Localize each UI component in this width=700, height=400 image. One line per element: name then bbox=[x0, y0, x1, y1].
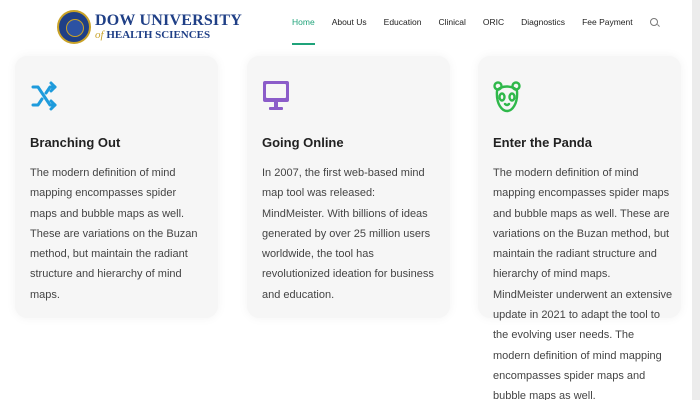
page-scrollbar[interactable] bbox=[692, 0, 700, 400]
card-branching-out: Branching Out The modern definition of m… bbox=[15, 56, 218, 318]
logo-line1: DOW UNIVERSITY bbox=[95, 12, 242, 29]
logo-line2: of HEALTH SCIENCES bbox=[95, 30, 242, 41]
nav-clinical[interactable]: Clinical bbox=[438, 17, 465, 27]
university-seal-icon bbox=[57, 10, 91, 44]
nav-diagnostics[interactable]: Diagnostics bbox=[521, 17, 565, 27]
card-title: Branching Out bbox=[30, 135, 121, 150]
logo-of: of bbox=[95, 29, 104, 41]
shuffle-arrows-icon bbox=[31, 81, 57, 111]
card-title: Going Online bbox=[262, 135, 344, 150]
university-logo[interactable]: DOW UNIVERSITY of HEALTH SCIENCES bbox=[57, 10, 242, 44]
card-body: The modern definition of mind mapping en… bbox=[30, 167, 198, 301]
nav-fee-payment[interactable]: Fee Payment bbox=[582, 17, 633, 27]
nav-home[interactable]: Home bbox=[292, 17, 315, 45]
search-icon[interactable] bbox=[649, 18, 658, 26]
nav-about-us[interactable]: About Us bbox=[332, 17, 367, 27]
nav-oric[interactable]: ORIC bbox=[483, 17, 504, 27]
monitor-icon bbox=[263, 81, 289, 110]
card-enter-the-panda: Enter the Panda The modern definition of… bbox=[478, 56, 681, 400]
card-going-online: Going Online In 2007, the first web-base… bbox=[247, 56, 450, 318]
logo-text: DOW UNIVERSITY of HEALTH SCIENCES bbox=[95, 13, 242, 41]
site-header: DOW UNIVERSITY of HEALTH SCIENCES Home A… bbox=[0, 0, 700, 46]
card-title: Enter the Panda bbox=[493, 135, 592, 150]
logo-line2-text: HEALTH SCIENCES bbox=[106, 29, 211, 41]
card-body: In 2007, the first web-based mind map to… bbox=[262, 167, 434, 301]
card-body: The modern definition of mind mapping en… bbox=[493, 167, 673, 400]
main-nav: Home About Us Education Clinical ORIC Di… bbox=[292, 17, 658, 45]
panda-icon bbox=[493, 81, 521, 113]
nav-education[interactable]: Education bbox=[384, 17, 422, 27]
